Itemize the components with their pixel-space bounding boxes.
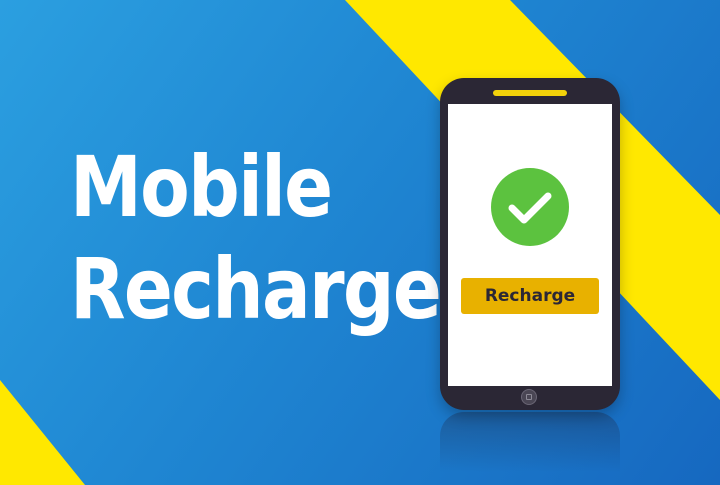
smartphone: Recharge: [440, 78, 620, 410]
home-button-icon[interactable]: [521, 389, 537, 405]
recharge-button[interactable]: Recharge: [461, 278, 599, 314]
mobile-recharge-banner: Mobile Recharge Recharge: [0, 0, 720, 485]
bottom-left-yellow-stripe: [0, 380, 85, 485]
headline: Mobile Recharge: [70, 136, 442, 340]
headline-line-2: Recharge: [70, 240, 442, 338]
phone-reflection: [440, 412, 620, 472]
phone-screen: Recharge: [448, 104, 612, 386]
phone-speaker: [493, 90, 567, 96]
check-circle-icon: [491, 168, 569, 246]
headline-line-1: Mobile: [70, 138, 333, 236]
